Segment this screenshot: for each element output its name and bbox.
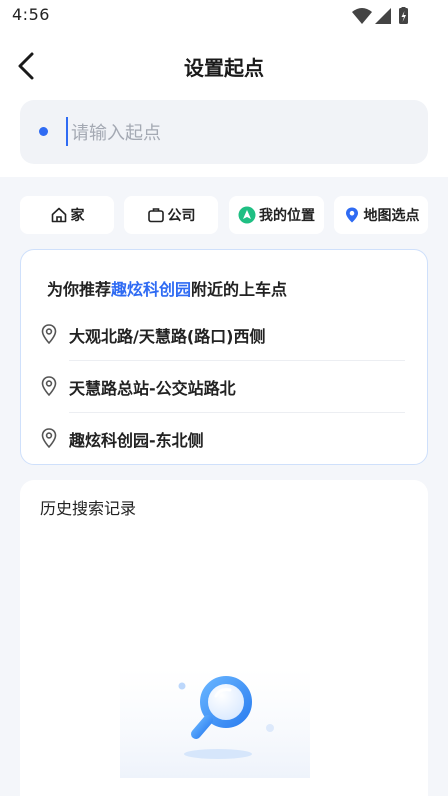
status-bar: 4:56 <box>0 0 448 32</box>
wifi-icon <box>352 8 372 24</box>
quick-option-home[interactable]: 家 <box>20 196 114 234</box>
location-pin-icon <box>39 427 59 449</box>
recommend-card: 为你推荐趣炫科创园附近的上车点 大观北路/天慧路(路口)西侧 天慧路总站-公交站… <box>20 249 428 465</box>
location-pin-icon <box>39 323 59 345</box>
status-time: 4:56 <box>12 5 50 24</box>
home-icon <box>50 206 68 224</box>
page: 4:56 设置起点 请输入起点 家 公司 我的位置 地图选点 为你推荐趣炫科创园… <box>0 0 448 796</box>
recommend-prefix: 为你推荐 <box>47 280 112 299</box>
recommend-item[interactable]: 大观北路/天慧路(路口)西侧 <box>39 308 405 360</box>
quick-option-label: 地图选点 <box>363 208 420 224</box>
navigation-arrow-icon <box>238 206 256 224</box>
status-icons <box>352 6 414 25</box>
empty-state-illustration <box>120 668 310 778</box>
recommend-heading: 为你推荐趣炫科创园附近的上车点 <box>47 276 287 300</box>
location-pin-icon <box>39 375 59 397</box>
start-dot-icon <box>39 127 48 136</box>
quick-options: 家 公司 我的位置 地图选点 <box>20 196 428 234</box>
map-pin-icon <box>343 206 361 224</box>
quick-option-label: 我的位置 <box>259 208 315 224</box>
start-point-input[interactable] <box>69 114 403 152</box>
text-cursor <box>66 117 68 146</box>
signal-icon <box>375 8 391 24</box>
start-point-search-box[interactable] <box>20 100 428 164</box>
page-title: 设置起点 <box>184 56 264 80</box>
recommend-item[interactable]: 天慧路总站-公交站路北 <box>39 360 405 412</box>
battery-icon <box>399 6 408 24</box>
quick-option-company[interactable]: 公司 <box>124 196 218 234</box>
history-title: 历史搜索记录 <box>40 499 137 518</box>
quick-option-map-pick[interactable]: 地图选点 <box>334 196 428 234</box>
history-card: 历史搜索记录 <box>20 480 428 796</box>
recommend-item-label: 趣炫科创园-东北侧 <box>69 431 204 450</box>
quick-option-label: 家 <box>70 208 85 224</box>
magnifier-empty-icon <box>120 668 310 778</box>
header: 设置起点 <box>0 32 448 177</box>
recommend-item-label: 天慧路总站-公交站路北 <box>69 379 236 398</box>
quick-option-label: 公司 <box>167 208 196 224</box>
briefcase-icon <box>147 206 165 224</box>
recommend-item[interactable]: 趣炫科创园-东北侧 <box>39 412 405 464</box>
recommend-suffix: 附近的上车点 <box>191 280 288 299</box>
recommend-item-label: 大观北路/天慧路(路口)西侧 <box>69 327 266 346</box>
quick-option-my-location[interactable]: 我的位置 <box>229 196 324 234</box>
recommend-place[interactable]: 趣炫科创园 <box>111 280 191 299</box>
